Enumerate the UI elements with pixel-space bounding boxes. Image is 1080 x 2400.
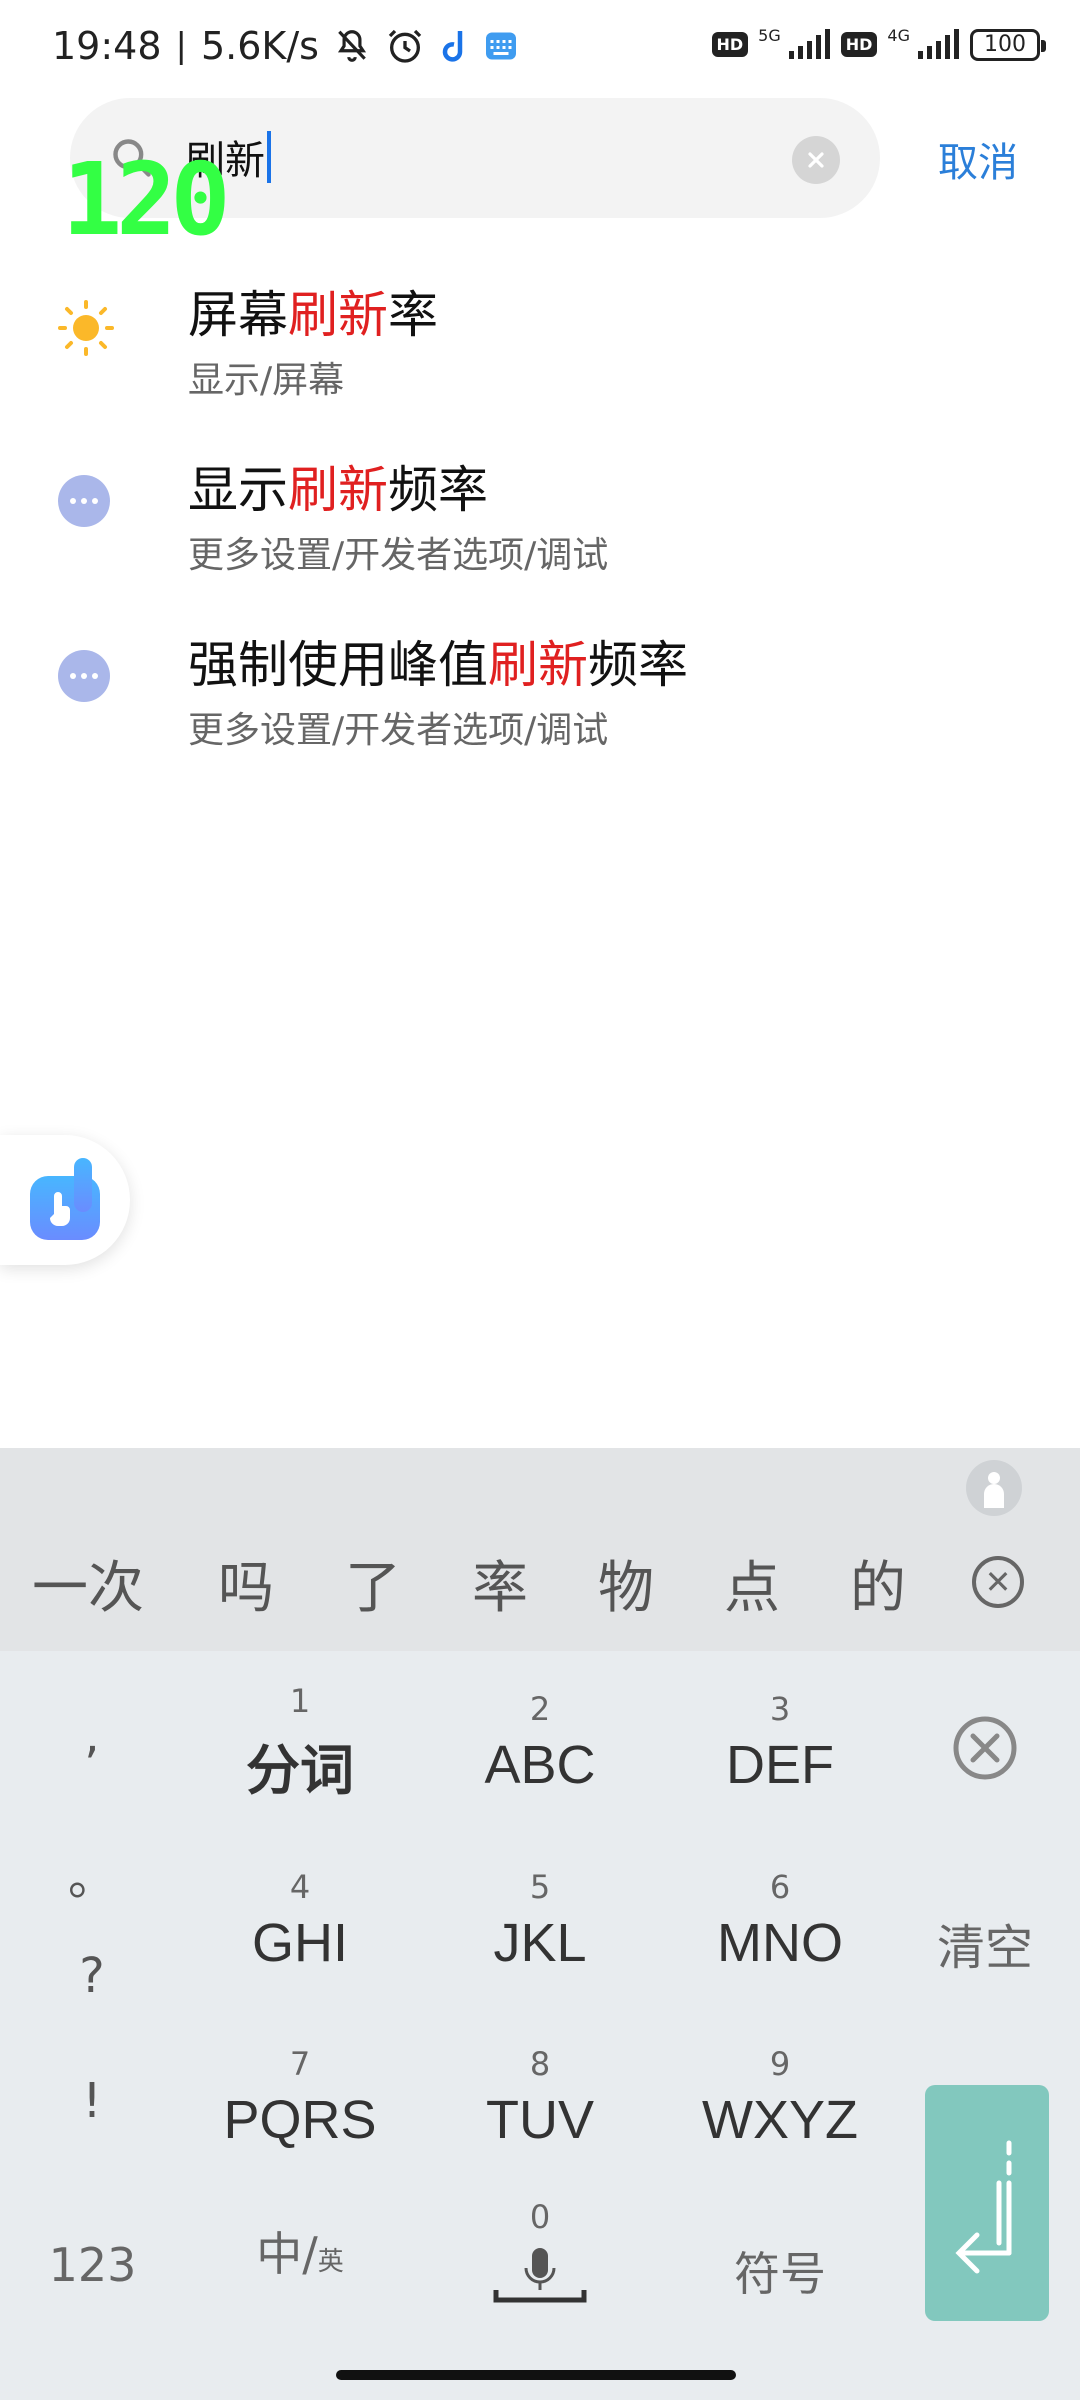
delete-icon — [953, 1716, 1017, 1780]
alarm-icon — [385, 26, 425, 66]
floating-assistant-button[interactable] — [0, 1135, 130, 1265]
clear-key[interactable]: 清空 — [925, 1908, 1045, 1978]
clear-search-button[interactable] — [792, 136, 840, 184]
cancel-button[interactable]: 取消 — [938, 130, 1018, 188]
status-time: 19:48 — [52, 24, 162, 68]
result-item[interactable]: 强制使用峰值刷新频率 更多设置/开发者选项/调试 — [0, 605, 1080, 775]
result-item[interactable]: 屏幕刷新率 显示/屏幕 — [0, 255, 1080, 425]
home-indicator[interactable] — [336, 2370, 736, 2380]
result-path: 显示/屏幕 — [188, 360, 345, 401]
battery-icon: 100 — [970, 28, 1046, 61]
punct-key[interactable]: 。 — [52, 1838, 132, 1908]
candidate[interactable]: 一次 — [32, 1543, 144, 1624]
language-switch-key[interactable]: 中/ 英 — [220, 2218, 380, 2318]
key-7[interactable]: 7 PQRS — [200, 2023, 400, 2173]
collapse-candidates-icon[interactable]: ✕ — [972, 1556, 1024, 1608]
result-title: 强制使用峰值刷新频率 — [188, 636, 688, 694]
key-4[interactable]: 4 GHI — [200, 1846, 400, 1996]
status-separator: | — [175, 26, 187, 66]
result-title: 显示刷新频率 — [188, 461, 488, 519]
brightness-icon — [58, 300, 114, 356]
app-notification-icon — [439, 28, 469, 64]
key-1[interactable]: 1 分词 — [200, 1668, 400, 1818]
candidate[interactable]: 率 — [472, 1543, 528, 1624]
result-item[interactable]: 显示刷新频率 更多设置/开发者选项/调试 — [0, 430, 1080, 600]
keyboard-notification-icon — [483, 28, 519, 64]
key-9[interactable]: 9 WXYZ — [680, 2023, 880, 2173]
punct-key[interactable]: ! — [52, 2073, 132, 2129]
network-type-label-2: 4G — [887, 26, 910, 45]
text-caret — [267, 131, 271, 183]
status-bar: 19:48 | 5.6K/s HD 5G HD 4G 100 — [0, 0, 1080, 96]
network-type-label: 5G — [758, 26, 781, 45]
keyboard: 一次 吗 了 率 物 点 的 ✕ , 。 ? ! 1 分词 2 ABC 3 DE… — [0, 1448, 1080, 2400]
candidate-bar: 一次 吗 了 率 物 点 的 ✕ — [0, 1448, 1080, 1651]
delete-key[interactable] — [940, 1703, 1030, 1793]
enter-key[interactable] — [925, 2085, 1049, 2321]
key-2[interactable]: 2 ABC — [440, 1668, 640, 1818]
result-title: 屏幕刷新率 — [188, 286, 438, 344]
assistant-icon[interactable] — [964, 1458, 1024, 1518]
candidate-list: 一次 吗 了 率 物 点 的 — [0, 1543, 960, 1623]
result-path: 更多设置/开发者选项/调试 — [188, 710, 609, 751]
candidate[interactable]: 点 — [724, 1543, 780, 1624]
key-6[interactable]: 6 MNO — [680, 1846, 880, 1996]
signal-icon — [787, 28, 831, 61]
status-speed: 5.6K/s — [200, 24, 319, 68]
mute-bell-icon — [333, 27, 371, 65]
hand-pointer-icon — [30, 1158, 100, 1240]
punct-key[interactable]: , — [52, 1708, 132, 1764]
candidate[interactable]: 的 — [850, 1543, 906, 1624]
candidate[interactable]: 了 — [345, 1543, 401, 1624]
close-icon — [808, 152, 824, 168]
candidate[interactable]: 吗 — [218, 1543, 274, 1624]
microphone-icon — [493, 2248, 587, 2303]
result-path: 更多设置/开发者选项/调试 — [188, 535, 609, 576]
punct-key[interactable]: ? — [52, 1948, 132, 2004]
key-8[interactable]: 8 TUV — [440, 2023, 640, 2173]
number-mode-key[interactable]: 123 — [40, 2238, 145, 2292]
more-icon — [58, 650, 114, 706]
hd-badge: HD — [711, 32, 749, 57]
fps-overlay: 120 — [62, 141, 231, 258]
hd-badge-2: HD — [840, 32, 878, 57]
more-icon — [58, 475, 114, 531]
space-key[interactable]: 0 — [440, 2178, 640, 2328]
key-3[interactable]: 3 DEF — [680, 1668, 880, 1818]
key-5[interactable]: 5 JKL — [440, 1846, 640, 1996]
candidate[interactable]: 物 — [598, 1543, 654, 1624]
symbol-key[interactable]: 符号 — [720, 2238, 840, 2304]
enter-icon — [955, 2140, 1012, 2274]
signal-icon-2 — [916, 28, 960, 61]
